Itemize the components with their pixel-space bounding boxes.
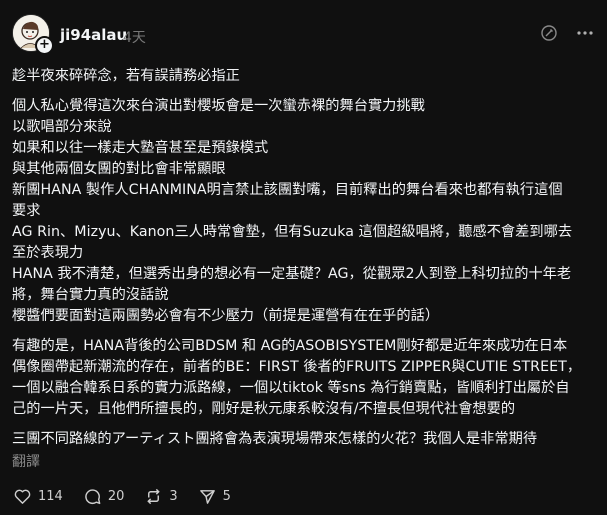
text-line: 趁半夜來碎碎念，若有誤請務必指正: [12, 68, 240, 84]
paragraph-1: 趁半夜來碎碎念，若有誤請務必指正: [12, 66, 602, 87]
more-options-icon[interactable]: [576, 24, 594, 42]
post-body: 趁半夜來碎碎念，若有誤請務必指正 個人私心覺得這次來台演出對櫻坂會是一次蠻赤裸的…: [12, 66, 602, 472]
heart-icon: [14, 489, 31, 504]
text-line: 要求: [12, 203, 41, 219]
text-line: HANA 我不清楚，但選秀出身的想必有一定基礎？AG，從觀眾2人到登上科切拉的十…: [12, 266, 572, 282]
paragraph-4: 三團不同路線的アーティスト團將會為表演現場帶來怎樣的火花？我個人是非常期待: [12, 429, 602, 450]
text-line: 如果和以往一樣走大塾音甚至是預錄模式: [12, 140, 269, 156]
text-line: 個人私心覺得這次來台演出對櫻坂會是一次蠻赤裸的舞台實力挑戰: [12, 98, 425, 114]
share-button[interactable]: 5: [198, 487, 231, 506]
username[interactable]: ji94alau: [60, 26, 127, 44]
reply-button[interactable]: 20: [83, 487, 125, 506]
text-line: AG Rin、Mizyu、Kanon三人時常會墊，但有Suzuka 這個超級唱將…: [12, 224, 573, 240]
text-line: 己的一片天，且他們所擅長的，剛好是秋元康系較沒有/不擅長但現代社會想要的: [12, 401, 516, 417]
share-count: 5: [222, 489, 231, 504]
comment-icon: [85, 489, 101, 505]
post-time: 4天: [123, 30, 146, 46]
repost-button[interactable]: 3: [144, 487, 178, 506]
repost-count: 3: [169, 489, 178, 504]
text-line: 以歌唱部分來說: [12, 119, 112, 135]
ai-info-icon[interactable]: [540, 24, 558, 42]
avatar[interactable]: +: [12, 14, 54, 55]
text-line: 偶像圈帶起新潮流的存在，前者的BE：FIRST 後者的FRUITS ZIPPER…: [12, 359, 582, 375]
like-button[interactable]: 114: [13, 487, 63, 506]
reply-count: 20: [107, 489, 125, 504]
text-line: 新團HANA 製作人CHANMINA明言禁止該團對嘴，目前釋出的舞台看來也都有執…: [12, 182, 563, 198]
text-line: 櫻醬們要面對這兩團勢必會有不少壓力（前提是運營有在在乎的話）: [12, 308, 440, 324]
text-line: 三團不同路線的アーティスト團將會為表演現場帶來怎樣的火花？我個人是非常期待: [12, 431, 538, 447]
repost-icon: [147, 488, 161, 505]
text-line: 與其他兩個女團的對比會非常顯眼: [12, 161, 226, 177]
send-icon: [199, 490, 215, 504]
text-line: 一個以融合韓系日系的實力派路線，一個以tiktok 等sns 為行銷賣點，皆順利…: [12, 380, 570, 396]
paragraph-2: 個人私心覺得這次來台演出對櫻坂會是一次蠻赤裸的舞台實力挑戰 以歌唱部分來說 如果…: [12, 96, 602, 327]
text-line: 將，舞台實力真的沒話說: [12, 287, 169, 303]
thread-post: + ji94alau 4天 趁半夜來碎碎念，若有誤請務必指正 個人私心覺得這次來…: [0, 0, 607, 515]
follow-plus-icon[interactable]: +: [35, 36, 54, 55]
paragraph-3: 有趣的是，HANA背後的公司BDSM 和 AG的ASOBISYSTEM剛好都是近…: [12, 336, 602, 420]
action-bar: 114 20 3 5: [13, 487, 251, 506]
text-line: 至於表現力: [12, 245, 84, 261]
like-count: 114: [38, 489, 63, 504]
text-line: 有趣的是，HANA背後的公司BDSM 和 AG的ASOBISYSTEM剛好都是近…: [12, 338, 568, 354]
translate-link[interactable]: 翻譯: [12, 452, 602, 472]
